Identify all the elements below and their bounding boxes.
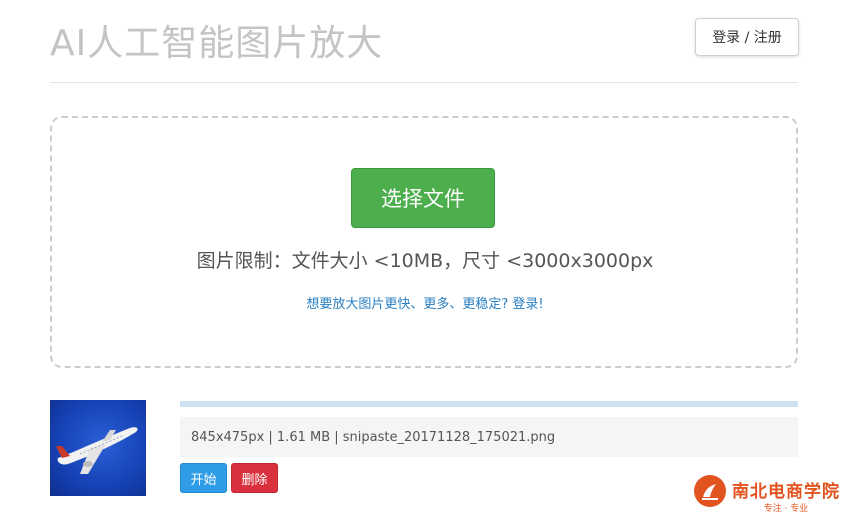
airplane-icon <box>56 427 138 474</box>
brand-logo-icon <box>694 475 726 507</box>
choose-file-button[interactable]: 选择文件 <box>351 168 495 228</box>
delete-button[interactable]: 删除 <box>231 463 278 493</box>
upload-progress-bar <box>180 401 798 407</box>
upload-dropzone[interactable] <box>50 116 798 368</box>
upload-progress-fill <box>180 401 798 407</box>
file-info-text: 845x475px | 1.61 MB | snipaste_20171128_… <box>191 429 556 445</box>
file-info: 845x475px | 1.61 MB | snipaste_20171128_… <box>180 417 798 457</box>
page-title: AI人工智能图片放大 <box>50 23 384 64</box>
image-thumbnail <box>50 400 146 496</box>
watermark-name: 南北电商学院 <box>732 482 840 502</box>
header-divider <box>50 82 798 83</box>
image-limit-text: 图片限制：文件大小 <10MB，尺寸 <3000x3000px <box>196 250 654 272</box>
start-button[interactable]: 开始 <box>180 463 227 493</box>
upgrade-login-link[interactable]: 想要放大图片更快、更多、更稳定? 登录! <box>0 293 850 312</box>
login-register-button[interactable]: 登录 / 注册 <box>695 18 799 56</box>
watermark-tagline: 专注 · 专业 <box>763 504 809 514</box>
watermark-logo: 南北电商学院 专注 · 专业 <box>694 473 844 517</box>
